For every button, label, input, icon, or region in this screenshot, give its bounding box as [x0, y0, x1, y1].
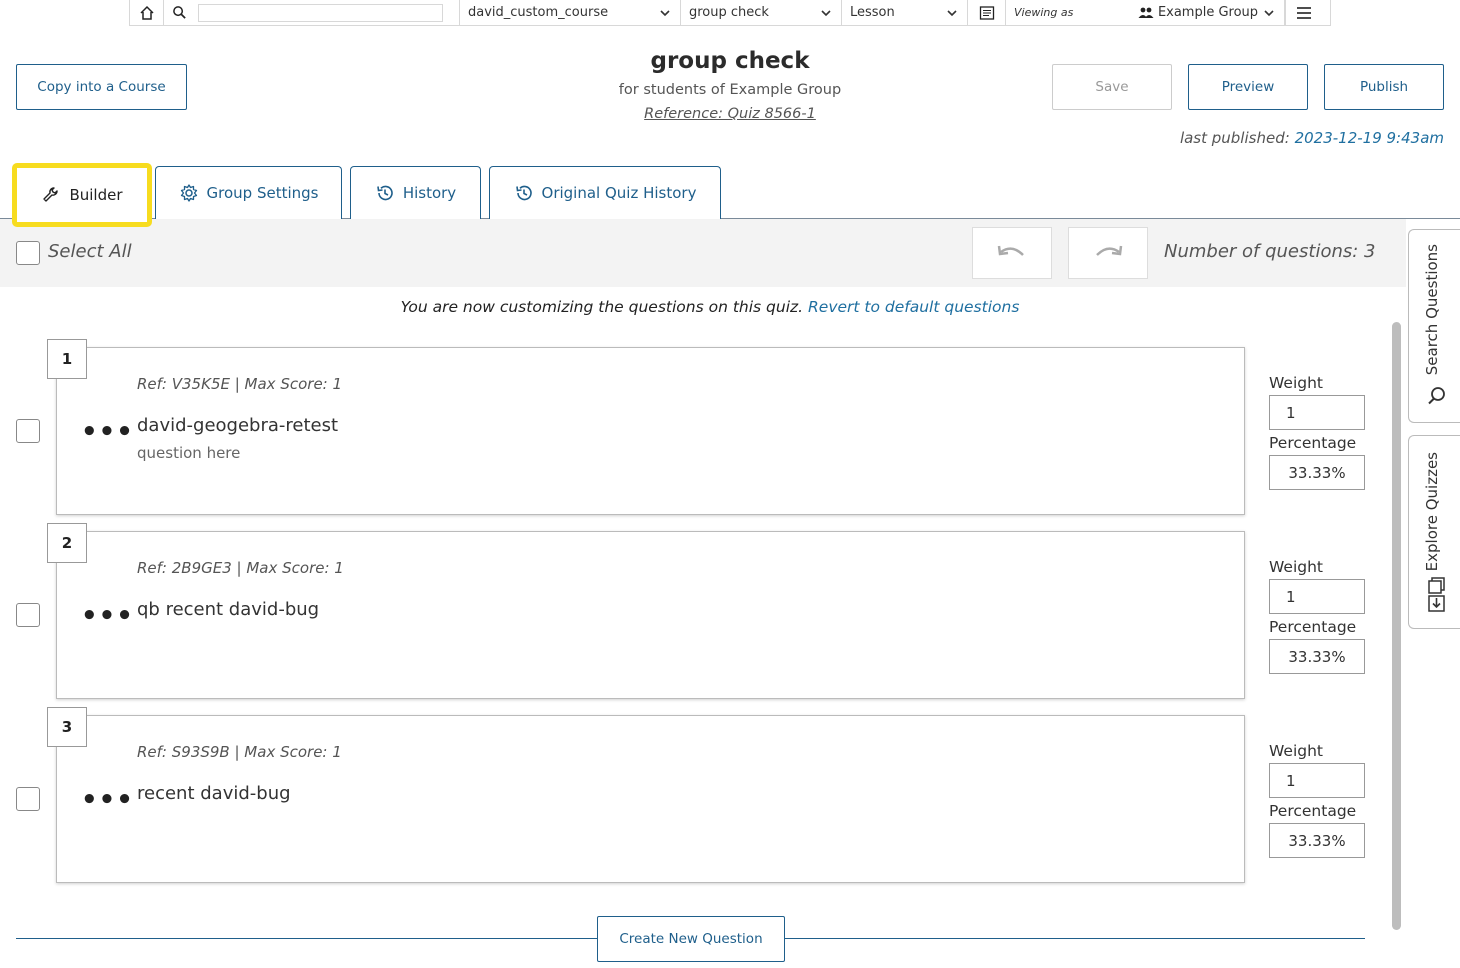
group-select-value: Example Group — [1157, 5, 1259, 20]
tab-group-settings-label: Group Settings — [206, 184, 319, 202]
tab-history-label: History — [402, 184, 457, 202]
course-select[interactable]: david_custom_course — [460, 0, 681, 25]
publish-button[interactable]: Publish — [1324, 64, 1444, 110]
search-box — [194, 0, 460, 25]
tab-original-quiz-history-label: Original Quiz History — [541, 184, 697, 202]
question-number: 1 — [47, 339, 87, 379]
history-icon — [515, 185, 532, 201]
create-new-question-button[interactable]: Create New Question — [597, 916, 785, 962]
tab-original-quiz-history[interactable]: Original Quiz History — [489, 166, 721, 219]
type-select-value: Lesson — [850, 5, 895, 20]
revert-default-link[interactable]: Revert to default questions — [808, 298, 1019, 316]
home-icon — [139, 5, 154, 20]
weight-input[interactable] — [1269, 395, 1365, 430]
customizing-notice-text: You are now customizing the questions on… — [400, 298, 804, 316]
question-title: qb recent david-bug — [137, 599, 320, 620]
group-select[interactable]: Example Group — [1130, 0, 1285, 25]
search-questions-panel-toggle[interactable]: Search Questions — [1408, 229, 1460, 423]
lesson-select-value: group check — [689, 5, 769, 20]
weight-label: Weight — [1269, 558, 1324, 576]
question-card[interactable]: 3 ••• Ref: S93S9B | Max Score: 1 recent … — [47, 707, 1245, 883]
last-published-date[interactable]: 2023-12-19 9:43am — [1295, 129, 1444, 147]
question-actions-menu[interactable]: ••• — [81, 603, 134, 629]
question-actions-menu[interactable]: ••• — [81, 419, 134, 445]
top-nav-bar: david_custom_course group check Lesson V… — [129, 0, 1331, 26]
search-icon — [1428, 387, 1445, 405]
redo-button[interactable] — [1068, 227, 1148, 279]
redo-icon — [1096, 245, 1123, 256]
lesson-select[interactable]: group check — [681, 0, 842, 25]
gear-icon — [180, 184, 197, 202]
chevron-down-icon — [947, 9, 957, 16]
percentage-label: Percentage — [1269, 434, 1357, 452]
question-card[interactable]: 1 ••• Ref: V35K5E | Max Score: 1 david-g… — [47, 339, 1245, 515]
question-checkbox[interactable] — [16, 787, 40, 811]
copy-into-course-button[interactable]: Copy into a Course — [16, 64, 187, 110]
question-description: question here — [137, 444, 241, 462]
tab-builder-label: Builder — [69, 186, 123, 204]
search-questions-label: Search Questions — [1423, 244, 1441, 376]
preview-button[interactable]: Preview — [1188, 64, 1308, 110]
search-button[interactable] — [164, 0, 194, 25]
percentage-input[interactable] — [1269, 455, 1365, 490]
select-all-checkbox[interactable] — [16, 241, 40, 265]
tab-builder[interactable]: Builder — [12, 163, 152, 227]
save-button[interactable]: Save — [1052, 64, 1172, 110]
hamburger-icon — [1296, 6, 1311, 19]
tab-history[interactable]: History — [350, 166, 481, 219]
question-title: recent david-bug — [137, 783, 291, 804]
chevron-down-icon — [1264, 9, 1274, 16]
weight-label: Weight — [1269, 742, 1324, 760]
question-ref: Ref: V35K5E | Max Score: 1 — [137, 375, 343, 393]
customizing-notice: You are now customizing the questions on… — [0, 298, 1420, 316]
question-title: david-geogebra-retest — [137, 415, 339, 436]
search-input[interactable] — [198, 3, 443, 22]
group-icon — [1138, 7, 1154, 18]
weight-label: Weight — [1269, 374, 1324, 392]
percentage-label: Percentage — [1269, 618, 1357, 636]
tab-group-settings[interactable]: Group Settings — [155, 166, 342, 219]
last-published: last published: 2023-12-19 9:43am — [1180, 129, 1444, 147]
question-number: 3 — [47, 707, 87, 747]
question-ref: Ref: 2B9GE3 | Max Score: 1 — [137, 559, 344, 577]
explore-quizzes-panel-toggle[interactable]: Explore Quizzes — [1408, 435, 1460, 629]
select-all-label[interactable]: Select All — [48, 241, 132, 262]
weight-input[interactable] — [1269, 763, 1365, 798]
question-actions-menu[interactable]: ••• — [81, 787, 134, 813]
undo-button[interactable] — [972, 227, 1052, 279]
weight-input[interactable] — [1269, 579, 1365, 614]
list-icon — [979, 5, 994, 20]
scrollbar[interactable] — [1392, 322, 1401, 930]
question-card[interactable]: 2 ••• Ref: 2B9GE3 | Max Score: 1 qb rece… — [47, 523, 1245, 699]
course-select-value: david_custom_course — [468, 5, 609, 20]
chevron-down-icon — [821, 9, 831, 16]
question-checkbox[interactable] — [16, 603, 40, 627]
wrench-icon — [43, 187, 59, 202]
menu-button[interactable] — [1285, 0, 1321, 25]
question-number: 2 — [47, 523, 87, 563]
percentage-input[interactable] — [1269, 823, 1365, 858]
percentage-input[interactable] — [1269, 639, 1365, 674]
viewing-as-label: Viewing as — [1014, 6, 1074, 19]
question-ref: Ref: S93S9B | Max Score: 1 — [137, 743, 342, 761]
last-published-label: last published: — [1179, 129, 1290, 147]
undo-icon — [997, 245, 1024, 256]
home-button[interactable] — [130, 0, 164, 25]
search-icon — [172, 6, 186, 19]
question-checkbox[interactable] — [16, 419, 40, 443]
copy-download-icon — [1428, 577, 1445, 612]
chevron-down-icon — [660, 9, 670, 16]
outline-button[interactable] — [968, 0, 1006, 25]
percentage-label: Percentage — [1269, 802, 1357, 820]
history-icon — [377, 185, 393, 201]
type-select[interactable]: Lesson — [842, 0, 968, 25]
question-count: Number of questions: 3 — [1164, 241, 1376, 262]
explore-quizzes-label: Explore Quizzes — [1423, 452, 1441, 572]
